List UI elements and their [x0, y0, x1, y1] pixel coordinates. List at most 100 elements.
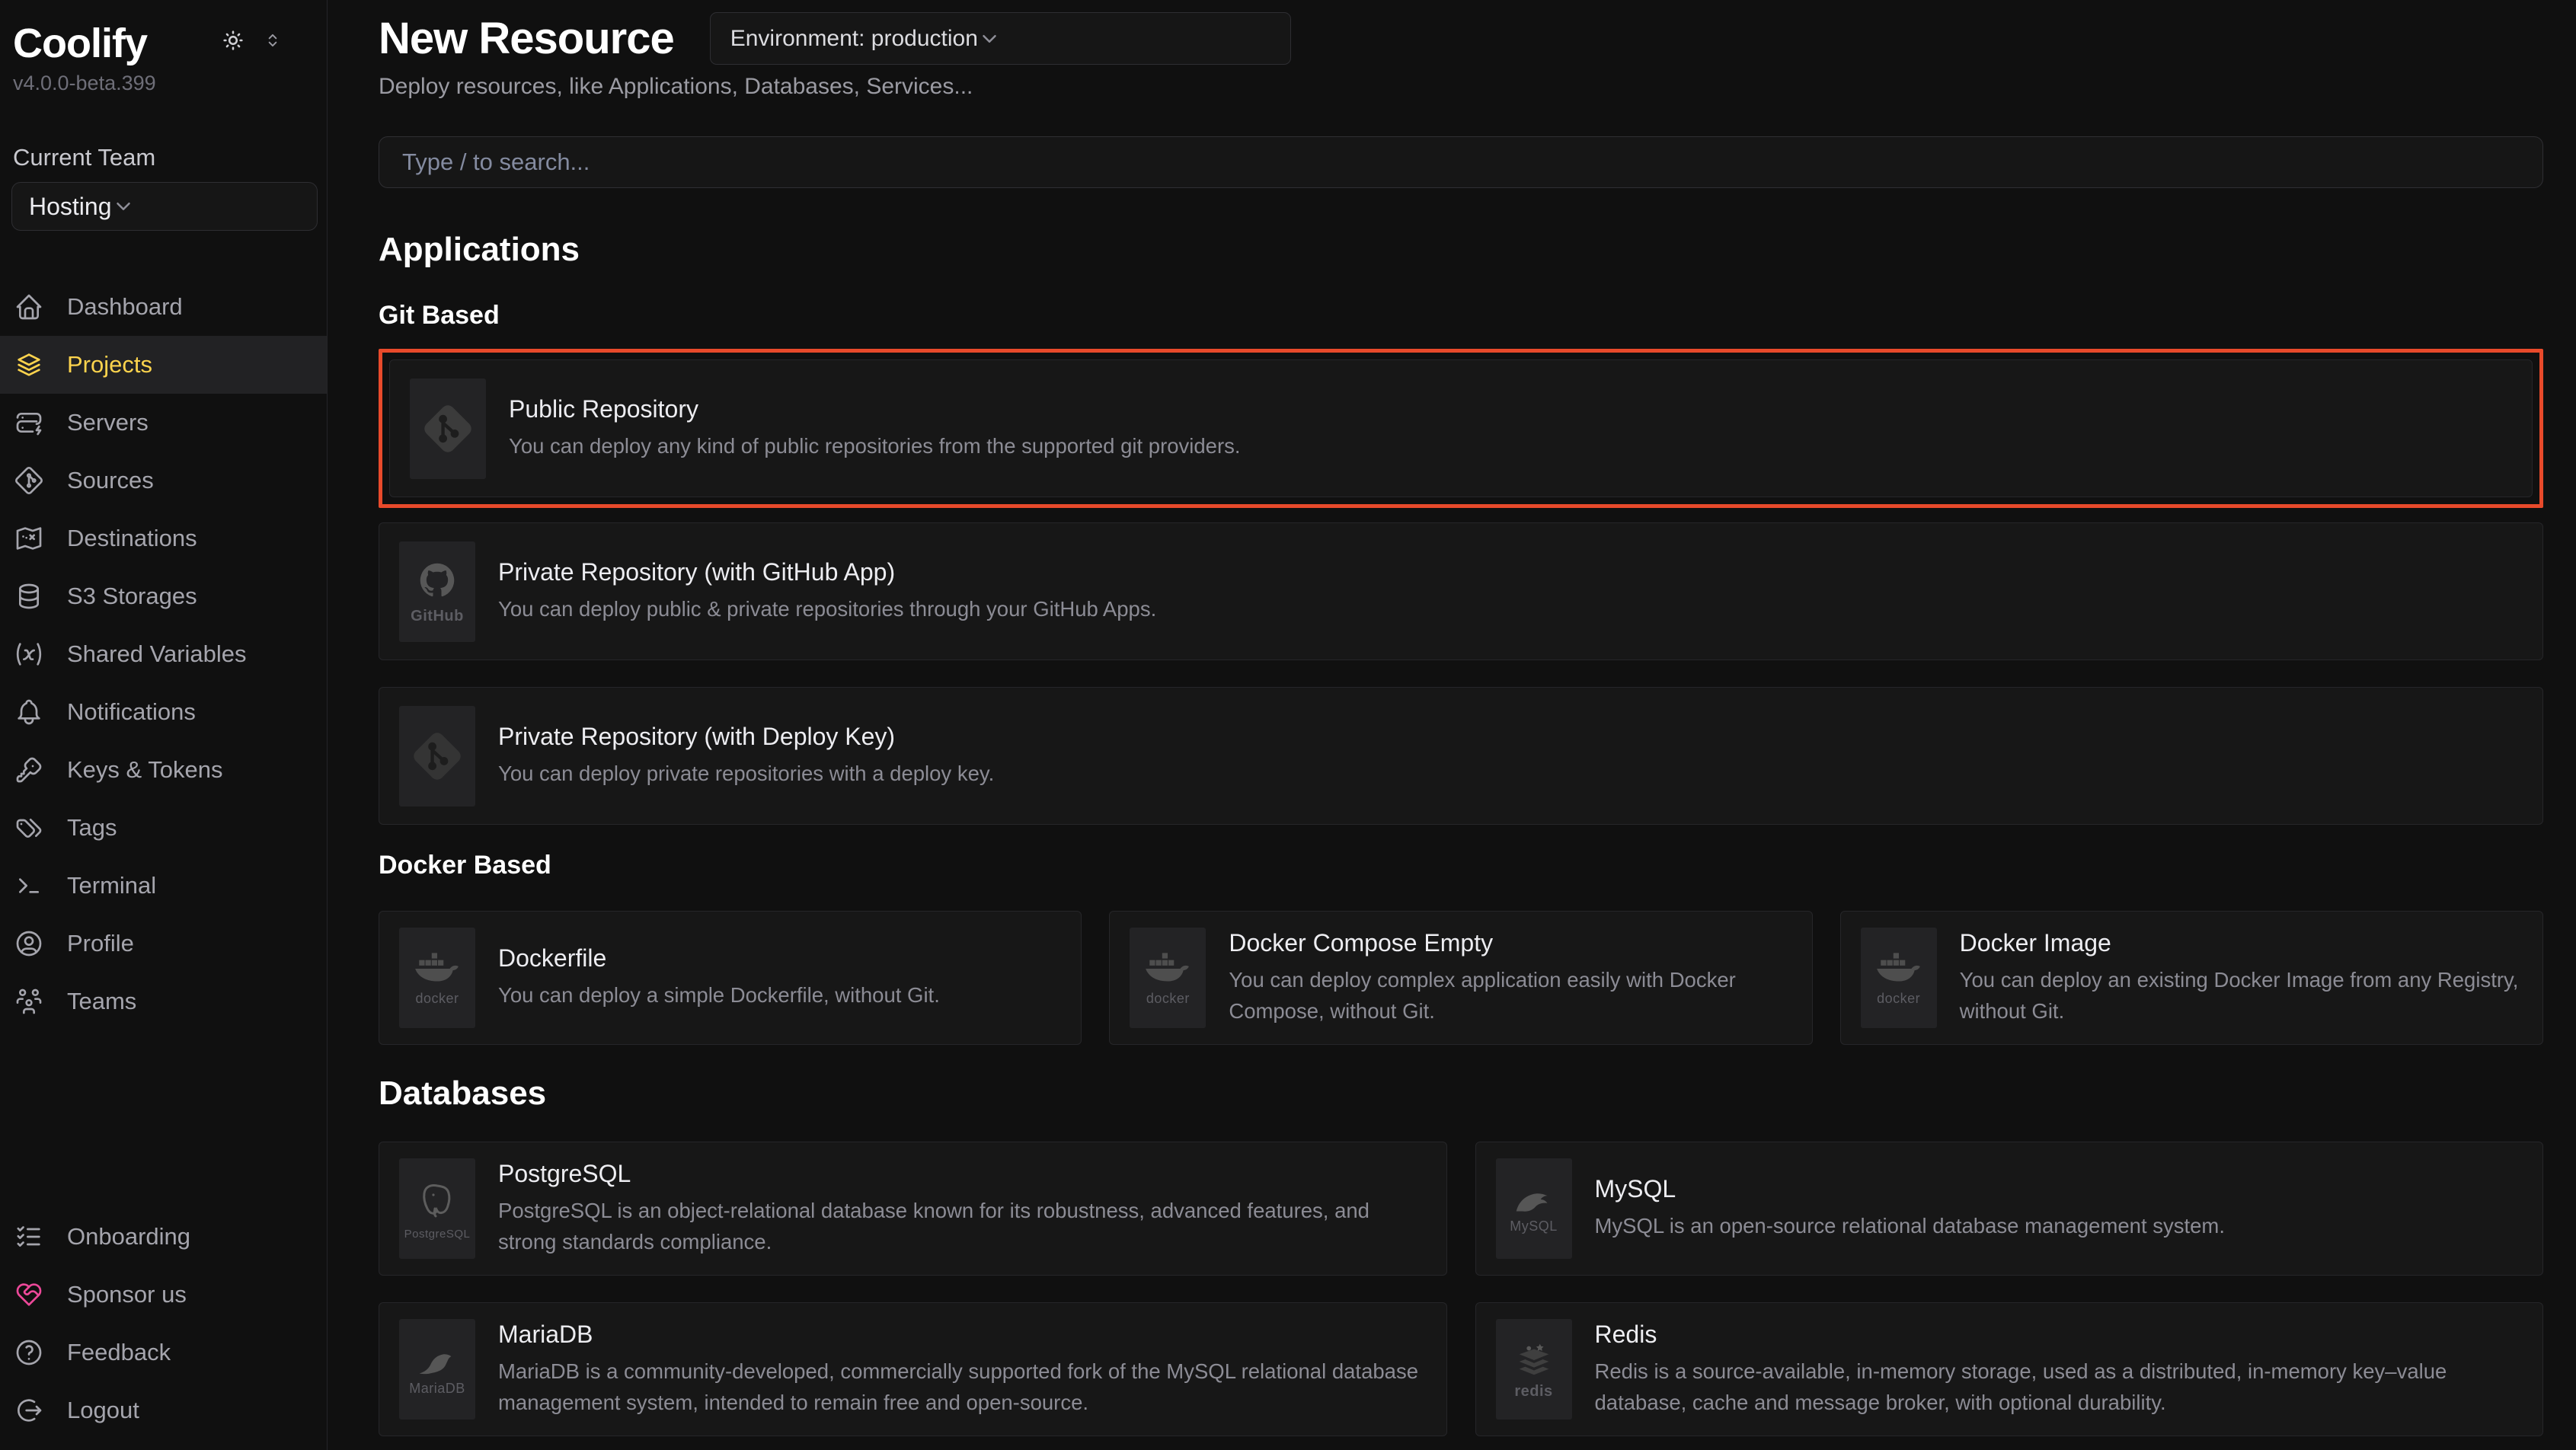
- card-description: You can deploy a simple Dockerfile, with…: [498, 979, 940, 1011]
- sidebar-item-label: Dashboard: [67, 293, 183, 321]
- mariadb-logo: MariaDB: [399, 1319, 475, 1420]
- app-version: v4.0.0-beta.399: [13, 72, 315, 95]
- search-input[interactable]: [379, 136, 2543, 188]
- databases-heading: Databases: [379, 1075, 2543, 1113]
- sidebar-item-keys-tokens[interactable]: Keys & Tokens: [0, 741, 327, 799]
- sidebar-item-label: Shared Variables: [67, 640, 247, 668]
- card-title: MariaDB: [498, 1321, 1427, 1349]
- sidebar-item-servers[interactable]: Servers: [0, 394, 327, 452]
- environment-select[interactable]: Environment: production: [710, 12, 1291, 65]
- resource-card-docker-image[interactable]: docker Docker Image You can deploy an ex…: [1840, 911, 2543, 1045]
- card-title: Private Repository (with Deploy Key): [498, 723, 994, 751]
- card-title: Private Repository (with GitHub App): [498, 558, 1156, 586]
- git-logo: [399, 706, 475, 806]
- sidebar-item-terminal[interactable]: Terminal: [0, 857, 327, 915]
- sidebar-item-sponsor-us[interactable]: Sponsor us: [0, 1266, 327, 1324]
- sun-icon: [220, 27, 246, 53]
- layers-icon: [14, 350, 44, 380]
- theme-toggle-button[interactable]: [220, 27, 246, 53]
- sidebar-item-destinations[interactable]: Destinations: [0, 509, 327, 567]
- checklist-icon: [14, 1222, 44, 1252]
- users-group-icon: [14, 986, 44, 1017]
- sidebar-item-dashboard[interactable]: Dashboard: [0, 278, 327, 336]
- redis-logo: redis: [1496, 1319, 1572, 1420]
- main-content: New Resource Environment: production Dep…: [328, 0, 2576, 1450]
- tile-label: GitHub: [411, 608, 464, 625]
- sidebar-item-profile[interactable]: Profile: [0, 915, 327, 973]
- git-logo: [410, 378, 486, 479]
- card-description: MySQL is an open-source relational datab…: [1595, 1210, 2225, 1241]
- theme-mode-selector[interactable]: [263, 30, 283, 50]
- card-description: PostgreSQL is an object-relational datab…: [498, 1195, 1427, 1258]
- tile-label: docker: [415, 991, 459, 1007]
- mysql-logo: MySQL: [1496, 1158, 1572, 1259]
- team-select-value: Hosting: [29, 193, 112, 221]
- card-title: Dockerfile: [498, 944, 940, 973]
- docker-logo: docker: [399, 928, 475, 1028]
- sidebar-item-notifications[interactable]: Notifications: [0, 683, 327, 741]
- resource-card-docker-compose-empty[interactable]: docker Docker Compose Empty You can depl…: [1109, 911, 1812, 1045]
- git-icon: [14, 465, 44, 496]
- sidebar-item-label: Keys & Tokens: [67, 756, 222, 784]
- sidebar-item-label: Teams: [67, 988, 136, 1015]
- chevron-down-icon: [112, 195, 135, 218]
- resource-card-postgresql[interactable]: PostgreSQL PostgreSQL PostgreSQL is an o…: [379, 1142, 1447, 1276]
- sidebar-item-label: Logout: [67, 1397, 139, 1424]
- sidebar-item-sources[interactable]: Sources: [0, 452, 327, 509]
- sidebar-item-label: Tags: [67, 814, 117, 842]
- page-subtitle: Deploy resources, like Applications, Dat…: [379, 74, 2543, 100]
- sidebar-item-label: Sources: [67, 467, 154, 494]
- sidebar-item-teams[interactable]: Teams: [0, 973, 327, 1030]
- current-team-label: Current Team: [13, 144, 315, 171]
- sidebar-item-logout[interactable]: Logout: [0, 1381, 327, 1439]
- chevron-down-icon: [978, 27, 1001, 50]
- resource-card-private-repository-deploy-key[interactable]: Private Repository (with Deploy Key) You…: [379, 687, 2543, 825]
- sidebar-item-projects[interactable]: Projects: [0, 336, 327, 394]
- sidebar-item-label: Projects: [67, 351, 152, 378]
- sidebar-nav: Dashboard Projects Servers Sources Desti…: [13, 278, 315, 1030]
- sidebar-item-label: Feedback: [67, 1339, 171, 1366]
- card-description: MariaDB is a community-developed, commer…: [498, 1356, 1427, 1419]
- sidebar-item-label: Terminal: [67, 872, 156, 899]
- tile-label: MariaDB: [409, 1381, 465, 1397]
- git-based-heading: Git Based: [379, 301, 2543, 331]
- card-title: Public Repository: [509, 395, 1241, 423]
- card-title: Docker Compose Empty: [1229, 929, 1791, 957]
- resource-card-mariadb[interactable]: MariaDB MariaDB MariaDB is a community-d…: [379, 1302, 1447, 1436]
- github-logo: GitHub: [399, 541, 475, 642]
- team-select[interactable]: Hosting: [11, 182, 318, 231]
- database-icon: [14, 581, 44, 612]
- card-description: You can deploy private repositories with…: [498, 758, 994, 789]
- docker-based-heading: Docker Based: [379, 851, 2543, 880]
- card-title: Redis: [1595, 1321, 2523, 1349]
- resource-card-mysql[interactable]: MySQL MySQL MySQL is an open-source rela…: [1475, 1142, 2544, 1276]
- docker-logo: docker: [1861, 928, 1937, 1028]
- tile-label: redis: [1514, 1383, 1552, 1400]
- sidebar-item-onboarding[interactable]: Onboarding: [0, 1208, 327, 1266]
- sidebar-item-label: Destinations: [67, 525, 197, 552]
- resource-card-redis[interactable]: redis Redis Redis is a source-available,…: [1475, 1302, 2544, 1436]
- sidebar-item-feedback[interactable]: Feedback: [0, 1324, 327, 1381]
- resource-card-dockerfile[interactable]: docker Dockerfile You can deploy a simpl…: [379, 911, 1082, 1045]
- sidebar-item-label: Onboarding: [67, 1223, 190, 1250]
- card-description: Redis is a source-available, in-memory s…: [1595, 1356, 2523, 1419]
- variable-icon: [14, 639, 44, 669]
- terminal-icon: [14, 870, 44, 901]
- sidebar-item-tags[interactable]: Tags: [0, 799, 327, 857]
- sidebar-item-s3-storages[interactable]: S3 Storages: [0, 567, 327, 625]
- logout-icon: [14, 1395, 44, 1426]
- sidebar-item-shared-variables[interactable]: Shared Variables: [0, 625, 327, 683]
- map-icon: [14, 523, 44, 554]
- resource-card-private-repository-github-app[interactable]: GitHub Private Repository (with GitHub A…: [379, 522, 2543, 660]
- docker-logo: docker: [1130, 928, 1206, 1028]
- sidebar-item-label: Servers: [67, 409, 149, 436]
- page-title: New Resource: [379, 13, 674, 64]
- resource-card-public-repository[interactable]: Public Repository You can deploy any kin…: [389, 359, 2533, 497]
- environment-select-value: Environment: production: [730, 26, 978, 52]
- applications-heading: Applications: [379, 231, 2543, 269]
- help-circle-icon: [14, 1337, 44, 1368]
- chevron-up-down-icon: [263, 30, 283, 50]
- key-icon: [14, 755, 44, 785]
- tile-label: MySQL: [1510, 1218, 1558, 1234]
- heart-handshake-icon: [14, 1279, 44, 1310]
